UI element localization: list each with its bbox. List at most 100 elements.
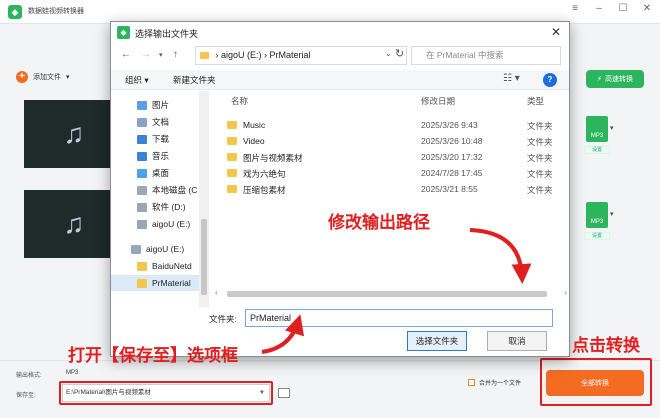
nav-item-disk-e[interactable]: aigoU (E:) [111,216,199,232]
list-item[interactable]: 压缩包素材 2025/3/21 8:55 文件夹 [215,181,567,197]
annotation-click-convert: 点击转换 [572,336,640,355]
add-file-label: 添加文件 [33,74,61,81]
horizontal-scrollbar[interactable]: ‹ › [215,288,567,300]
merge-label: 合并为一个文件 [479,381,522,387]
fast-convert-button[interactable]: ⚡ 高速转换 [586,70,644,88]
nav-item-disk-c[interactable]: 本地磁盘 (C [111,182,199,198]
view-options-icon[interactable]: ☷ ▾ [503,73,520,84]
item-name: Video [243,136,265,146]
format-mp3-icon[interactable]: MP3 [586,116,608,142]
select-output-folder-dialog: ◆ 选择输出文件夹 ✕ ← → ▾ ↑ › aigoU (E:) › PrMat… [110,21,570,357]
checkbox-box [468,379,475,386]
chevron-down-icon[interactable]: ▾ [610,124,614,132]
format-settings-button[interactable]: 设置 [584,146,610,154]
add-file-button[interactable]: + 添加文件 ▾ [16,71,70,83]
app-title: 数据蛙视频转换器 [28,8,84,15]
search-input[interactable]: 在 PrMaterial 中搜索 [411,46,561,65]
merge-checkbox[interactable]: 合并为一个文件 [468,378,521,387]
format-settings-button[interactable]: 设置 [584,232,610,240]
horizontal-scroll-thumb[interactable] [227,291,547,297]
folder-icon [227,153,237,161]
item-name: 压缩包素材 [243,185,286,195]
nav-item-label: 音乐 [152,151,170,161]
nav-item-label: 图片 [152,100,170,110]
nav-item-music[interactable]: 音乐 [111,148,199,164]
address-bar[interactable]: › aigoU (E:) › PrMaterial [195,46,407,65]
plus-icon: + [16,71,28,83]
navigation-pane: 图片 文档 下载 音乐 桌面 本地磁盘 (C 软件 (D:) aigoU (E:… [111,91,209,307]
disk-icon [137,202,147,212]
nav-item-label: aigoU (E:) [152,219,191,229]
breadcrumb-folder[interactable]: PrMaterial [270,50,311,60]
nav-scrollbar[interactable] [199,91,209,307]
nav-item-baidunetdisk[interactable]: BaiduNetd [111,258,199,274]
format-mp3-icon[interactable]: MP3 [586,202,608,228]
folder-icon [137,261,147,271]
list-item[interactable]: Video 2025/3/26 10:48 文件夹 [215,133,567,149]
video-thumbnail[interactable]: ♫ [24,100,124,168]
item-type: 文件夹 [527,169,553,179]
disk-icon [137,185,147,195]
dialog-title: 选择输出文件夹 [135,29,199,39]
help-icon[interactable]: ? [543,73,557,87]
chevron-down-icon[interactable]: ▾ [610,210,614,218]
nav-item-label: 桌面 [152,168,170,178]
item-type: 文件夹 [527,153,553,163]
scroll-left-icon[interactable]: ‹ [215,288,218,297]
close-icon[interactable]: ✕ [640,3,654,14]
output-format-value: MP3 [66,370,79,376]
nav-item-prmaterial[interactable]: PrMaterial [111,275,199,291]
column-header-name[interactable]: 名称 [231,95,248,107]
column-header-type[interactable]: 类型 [527,95,544,107]
music-note-icon: ♫ [63,118,85,149]
nav-item-documents[interactable]: 文档 [111,114,199,130]
organize-menu[interactable]: 组织 ▾ [125,74,149,86]
save-to-label: 保存至: [16,393,36,399]
recent-dropdown-icon[interactable]: ▾ [159,51,163,59]
item-date: 2025/3/20 17:32 [421,152,483,162]
format-label: MP3 [590,219,604,225]
highlight-save-path [59,381,273,405]
nav-item-drive-e[interactable]: aigoU (E:) [111,241,199,257]
desktop-icon [137,168,147,178]
forward-arrow-icon[interactable]: → [141,49,151,60]
nav-item-pictures[interactable]: 图片 [111,97,199,113]
dialog-title-bar: ◆ 选择输出文件夹 ✕ [111,22,569,44]
back-arrow-icon[interactable]: ← [121,49,131,60]
nav-item-label: 文档 [152,117,170,127]
item-type: 文件夹 [527,121,553,131]
column-header-date[interactable]: 修改日期 [421,95,455,107]
chevron-down-icon: ▾ [66,74,70,81]
drive-icon [131,244,141,254]
lightning-icon: ⚡ [597,76,602,83]
close-icon[interactable]: ✕ [551,25,561,39]
maximize-icon[interactable]: ☐ [616,3,630,14]
breadcrumb-drive[interactable]: aigoU (E:) [221,50,262,60]
video-thumbnail[interactable]: ♫ [24,190,124,258]
item-type: 文件夹 [527,137,553,147]
scroll-right-icon[interactable]: › [564,288,567,297]
cancel-button[interactable]: 取消 [487,331,547,351]
list-item[interactable]: 戏为六绝句 2024/7/28 17:45 文件夹 [215,165,567,181]
item-type: 文件夹 [527,185,553,195]
nav-item-downloads[interactable]: 下载 [111,131,199,147]
minimize-icon[interactable]: – [592,3,606,14]
chevron-down-icon[interactable]: ⌄ [385,49,392,58]
nav-scroll-thumb[interactable] [201,219,207,295]
open-folder-icon[interactable] [278,388,290,398]
music-icon [137,151,147,161]
folder-icon [227,169,237,177]
select-folder-button[interactable]: 选择文件夹 [407,331,467,351]
organize-label: 组织 [125,75,143,85]
folder-icon [200,52,209,59]
new-folder-button[interactable]: 新建文件夹 [173,74,216,86]
menu-icon[interactable]: ≡ [568,3,582,14]
refresh-icon[interactable]: ↻ [395,47,404,60]
fast-convert-label: 高速转换 [604,76,633,83]
nav-item-desktop[interactable]: 桌面 [111,165,199,181]
up-arrow-icon[interactable]: ↑ [173,49,178,60]
list-item[interactable]: 图片与视频素材 2025/3/20 17:32 文件夹 [215,149,567,165]
nav-item-disk-d[interactable]: 软件 (D:) [111,199,199,215]
list-item[interactable]: Music 2025/3/26 9:43 文件夹 [215,117,567,133]
folder-input[interactable]: PrMaterial [245,309,553,327]
